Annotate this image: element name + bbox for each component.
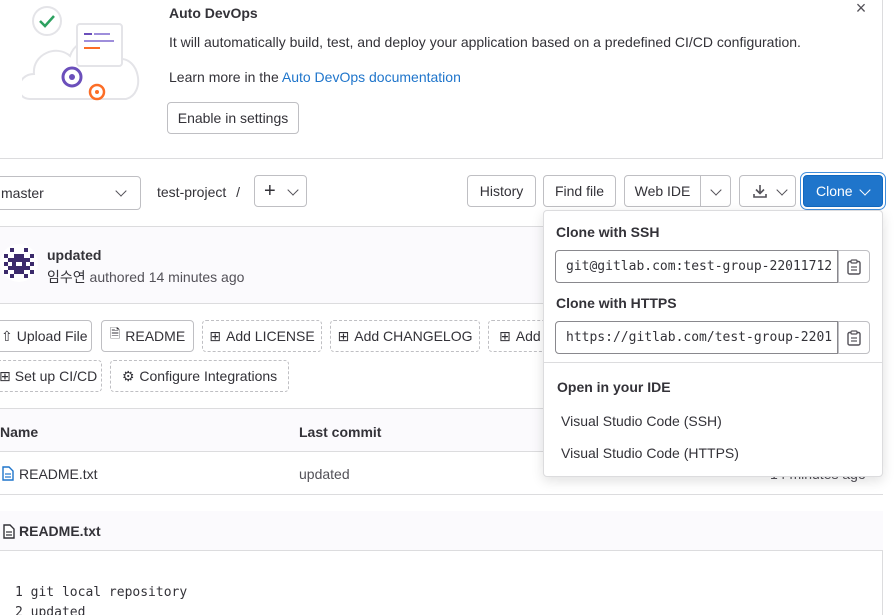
find-file-button[interactable]: Find file xyxy=(543,175,616,207)
copy-to-clipboard-icon xyxy=(847,258,861,275)
readme-button[interactable]: 🗎 README xyxy=(101,320,194,352)
web-ide-dropdown-button[interactable] xyxy=(700,175,731,207)
web-ide-button[interactable]: Web IDE xyxy=(624,175,701,207)
copy-to-clipboard-icon xyxy=(847,329,861,346)
avatar[interactable] xyxy=(0,244,38,282)
column-header-name: Name xyxy=(0,424,39,440)
enable-in-settings-button[interactable]: Enable in settings xyxy=(167,102,299,134)
document-icon: 🗎 xyxy=(109,326,121,341)
add-partial-label: Add xyxy=(515,328,541,344)
chevron-down-icon xyxy=(710,184,722,196)
column-header-last-commit: Last commit xyxy=(299,424,382,440)
plus-square-icon: ⊞ xyxy=(337,327,350,344)
clone-ssh-label: Clone with SSH xyxy=(556,224,660,240)
open-vscode-https-item[interactable]: Visual Studio Code (HTTPS) xyxy=(561,445,739,461)
clone-label: Clone xyxy=(816,183,853,199)
plus-icon: + xyxy=(264,180,276,202)
chevron-down-icon xyxy=(287,184,299,196)
close-icon[interactable]: × xyxy=(852,0,870,18)
add-changelog-button[interactable]: ⊞ Add CHANGELOG xyxy=(330,320,480,352)
auto-devops-docs-link[interactable]: Auto DevOps documentation xyxy=(282,69,461,85)
commit-time: authored 14 minutes ago xyxy=(85,269,245,285)
configure-integrations-button[interactable]: ⚙ Configure Integrations xyxy=(110,360,289,392)
commit-meta: 임수연 authored 14 minutes ago xyxy=(47,267,244,287)
breadcrumb-project[interactable]: test-project xyxy=(157,184,226,200)
readme-header xyxy=(0,511,883,551)
banner-learn-more: Learn more in the Auto DevOps documentat… xyxy=(169,69,461,85)
document-icon xyxy=(3,524,15,539)
dropdown-divider xyxy=(544,362,882,363)
chevron-down-icon xyxy=(859,184,871,196)
banner-description: It will automatically build, test, and d… xyxy=(169,34,801,50)
ssh-url-input[interactable]: git@gitlab.com:test-group-22011712 xyxy=(555,250,838,283)
open-vscode-ssh-item[interactable]: Visual Studio Code (SSH) xyxy=(561,413,722,429)
add-new-dropdown-button[interactable]: + xyxy=(254,175,307,207)
configure-integrations-label: Configure Integrations xyxy=(139,368,278,384)
branch-selector[interactable]: master xyxy=(0,176,141,210)
clone-button[interactable]: Clone xyxy=(803,175,883,207)
upload-file-label: Upload File xyxy=(16,328,88,344)
breadcrumb-separator: / xyxy=(236,184,241,200)
banner-title: Auto DevOps xyxy=(169,5,258,21)
settings-icon: ⚙ xyxy=(121,367,135,384)
file-name-link[interactable]: README.txt xyxy=(19,466,98,482)
readme-label: README xyxy=(125,328,186,344)
file-icon xyxy=(2,466,14,481)
clone-https-label: Clone with HTTPS xyxy=(556,295,677,311)
plus-square-icon: ⊞ xyxy=(0,367,11,384)
commit-author[interactable]: 임수연 xyxy=(47,269,86,285)
plus-square-icon: ⊞ xyxy=(499,327,511,344)
copy-https-button[interactable] xyxy=(838,321,870,354)
add-license-label: Add LICENSE xyxy=(226,328,315,344)
download-button[interactable] xyxy=(739,175,796,207)
add-changelog-label: Add CHANGELOG xyxy=(354,328,473,344)
history-button[interactable]: History xyxy=(467,175,536,207)
download-icon xyxy=(753,185,767,198)
readme-line: 2 updated xyxy=(15,605,86,615)
setup-cicd-button[interactable]: ⊞ Set up CI/CD xyxy=(0,360,102,392)
chevron-down-icon xyxy=(776,184,788,196)
open-in-ide-label: Open in your IDE xyxy=(557,379,671,395)
https-url-input[interactable]: https://gitlab.com/test-group-2201 xyxy=(555,321,838,354)
file-last-commit[interactable]: updated xyxy=(299,466,350,482)
learn-more-text: Learn more in the xyxy=(169,69,282,85)
commit-title[interactable]: updated xyxy=(47,247,101,263)
readme-line: 1 git local repository xyxy=(15,585,188,600)
upload-icon: ⇧ xyxy=(1,327,13,344)
breadcrumb: test-project / xyxy=(157,184,240,200)
branch-name: master xyxy=(1,185,44,201)
setup-cicd-label: Set up CI/CD xyxy=(14,368,98,384)
chevron-down-icon xyxy=(115,185,127,197)
copy-ssh-button[interactable] xyxy=(838,250,870,283)
auto-devops-illustration-icon xyxy=(22,6,140,101)
upload-file-button[interactable]: ⇧ Upload File xyxy=(0,320,92,352)
plus-square-icon: ⊞ xyxy=(209,327,221,344)
readme-title[interactable]: README.txt xyxy=(19,523,101,539)
add-license-button[interactable]: ⊞ Add LICENSE xyxy=(202,320,322,352)
